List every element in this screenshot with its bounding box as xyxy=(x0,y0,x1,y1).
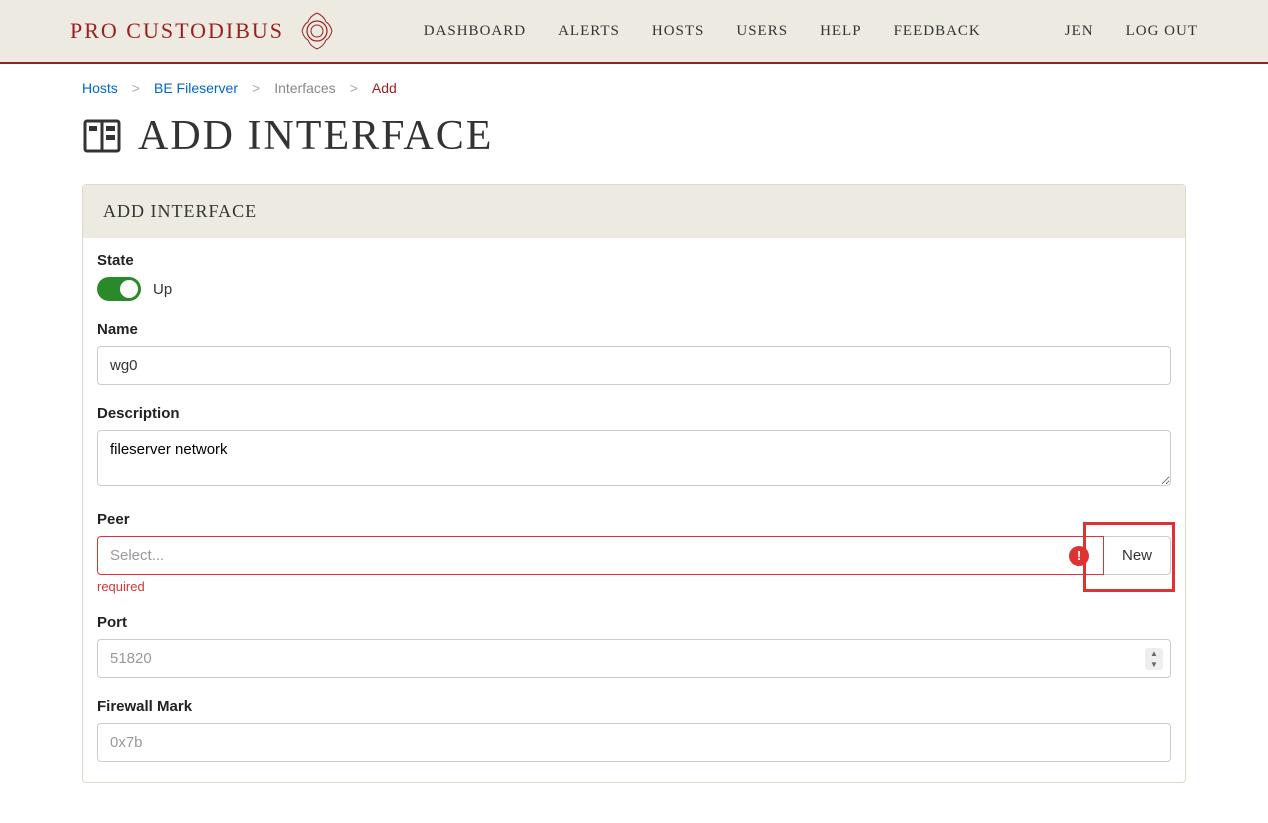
nav-logout[interactable]: LOG OUT xyxy=(1126,23,1198,40)
state-group: State Up xyxy=(97,252,1171,301)
peer-error-text: required xyxy=(97,579,1171,594)
error-icon: ! xyxy=(1069,546,1089,566)
brand-text: PRO CUSTODIBUS xyxy=(70,18,284,44)
firewall-mark-label: Firewall Mark xyxy=(97,698,1171,715)
description-group: Description xyxy=(97,405,1171,491)
main-content: Hosts > BE Fileserver > Interfaces > Add… xyxy=(0,64,1268,823)
name-label: Name xyxy=(97,321,1171,338)
nav-hosts[interactable]: HOSTS xyxy=(652,23,705,40)
form-panel: ADD INTERFACE State Up Name Description xyxy=(82,184,1186,783)
port-input[interactable] xyxy=(97,639,1171,678)
nav-user[interactable]: JEN xyxy=(1065,23,1094,40)
main-nav: DASHBOARD ALERTS HOSTS USERS HELP FEEDBA… xyxy=(424,23,1198,40)
crumb-hosts[interactable]: Hosts xyxy=(82,80,118,96)
port-stepper[interactable]: ▲▼ xyxy=(1145,648,1163,670)
nav-users[interactable]: USERS xyxy=(736,23,788,40)
crumb-interfaces: Interfaces xyxy=(274,80,335,96)
state-label: State xyxy=(97,252,1171,269)
description-label: Description xyxy=(97,405,1171,422)
panel-header: ADD INTERFACE xyxy=(83,185,1185,238)
name-input[interactable] xyxy=(97,346,1171,385)
peer-label: Peer xyxy=(97,511,1171,528)
state-value: Up xyxy=(153,281,172,298)
crumb-sep: > xyxy=(350,80,358,96)
toggle-knob xyxy=(120,280,138,298)
brand-area[interactable]: PRO CUSTODIBUS xyxy=(70,10,338,52)
nav-alerts[interactable]: ALERTS xyxy=(558,23,620,40)
firewall-mark-group: Firewall Mark xyxy=(97,698,1171,762)
peer-select[interactable]: Select... xyxy=(97,536,1104,575)
nav-help[interactable]: HELP xyxy=(820,23,862,40)
description-input[interactable] xyxy=(97,430,1171,486)
port-label: Port xyxy=(97,614,1171,631)
medusa-logo-icon xyxy=(296,10,338,52)
page-title-row: ADD INTERFACE xyxy=(82,112,1186,160)
crumb-sep: > xyxy=(132,80,140,96)
crumb-sep: > xyxy=(252,80,260,96)
top-header: PRO CUSTODIBUS DASHBOARD ALERTS HOSTS US… xyxy=(0,0,1268,64)
crumb-add: Add xyxy=(372,80,397,96)
nav-dashboard[interactable]: DASHBOARD xyxy=(424,23,526,40)
port-group: Port ▲▼ xyxy=(97,614,1171,678)
firewall-mark-input[interactable] xyxy=(97,723,1171,762)
panel-body: State Up Name Description Peer xyxy=(83,238,1185,782)
breadcrumb: Hosts > BE Fileserver > Interfaces > Add xyxy=(82,80,1186,96)
state-toggle[interactable] xyxy=(97,277,141,301)
name-group: Name xyxy=(97,321,1171,385)
new-peer-button[interactable]: New xyxy=(1104,536,1171,575)
interface-icon xyxy=(82,116,122,156)
nav-feedback[interactable]: FEEDBACK xyxy=(894,23,981,40)
page-title: ADD INTERFACE xyxy=(138,112,493,160)
peer-group: Peer Select... ! New required xyxy=(97,511,1171,594)
crumb-be-fileserver[interactable]: BE Fileserver xyxy=(154,80,238,96)
